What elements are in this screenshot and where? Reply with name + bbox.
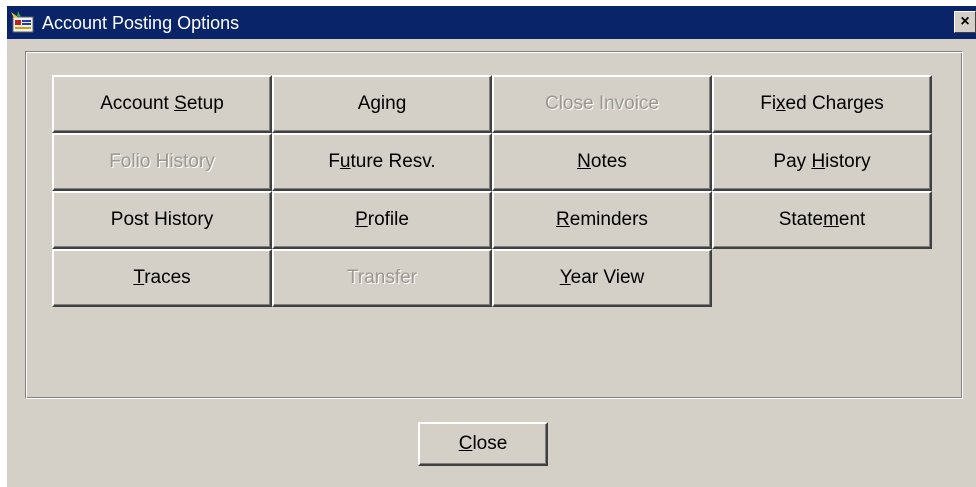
aging-button[interactable]: Aging	[272, 75, 492, 133]
statement-button[interactable]: Statement	[712, 191, 932, 249]
fixed-charges-button[interactable]: Fixed Charges	[712, 75, 932, 133]
mnemonic: R	[556, 209, 570, 230]
button-label: State	[778, 209, 824, 230]
mnemonic: Y	[559, 267, 571, 288]
year-view-button[interactable]: Year View	[492, 249, 712, 307]
close-button[interactable]: Close	[418, 422, 548, 466]
button-label: eminders	[569, 209, 648, 230]
window-title: Account Posting Options	[42, 13, 240, 33]
button-label: races	[144, 267, 191, 288]
mnemonic: u	[339, 151, 351, 172]
future-resv-button[interactable]: Future Resv.	[272, 133, 492, 191]
button-label: Close Invoice	[544, 93, 660, 114]
button-label: lose	[472, 433, 508, 454]
reminders-button[interactable]: Reminders	[492, 191, 712, 249]
options-button-grid: Account Setup Aging Close Invoice Fixed …	[52, 75, 932, 307]
button-label: Post History	[110, 209, 214, 230]
post-history-button[interactable]: Post History	[52, 191, 272, 249]
button-label: rofile	[367, 209, 409, 230]
mnemonic: H	[811, 151, 826, 172]
mnemonic: P	[355, 209, 368, 230]
mnemonic: S	[174, 93, 187, 114]
button-label: ed Charges	[785, 93, 884, 114]
button-label: etup	[186, 93, 224, 114]
pay-history-button[interactable]: Pay History	[712, 133, 932, 191]
transfer-button: Transfer	[272, 249, 492, 307]
profile-button[interactable]: Profile	[272, 191, 492, 249]
button-label: ear View	[570, 267, 645, 288]
mnemonic: N	[577, 151, 591, 172]
title-bar: Account Posting Options ×	[7, 6, 976, 39]
mnemonic: m	[823, 209, 839, 230]
close-icon[interactable]: ×	[954, 11, 976, 33]
button-label: Transfer	[346, 267, 418, 288]
button-label: ture Resv.	[350, 151, 436, 172]
button-label: Fi	[760, 93, 777, 114]
close-invoice-button: Close Invoice	[492, 75, 712, 133]
mnemonic: C	[458, 433, 473, 454]
account-setup-button[interactable]: Account Setup	[52, 75, 272, 133]
options-panel: Account Setup Aging Close Invoice Fixed …	[25, 51, 963, 399]
button-label: Folio History	[109, 151, 215, 172]
button-label: F	[328, 151, 340, 172]
mnemonic: x	[776, 93, 786, 114]
button-label: ent	[838, 209, 866, 230]
button-label: Pay	[773, 151, 812, 172]
button-label: Account	[100, 93, 175, 114]
mnemonic: T	[133, 267, 145, 288]
notes-button[interactable]: Notes	[492, 133, 712, 191]
folio-history-button: Folio History	[52, 133, 272, 191]
opera-app-icon	[11, 11, 34, 33]
button-label: istory	[825, 151, 871, 172]
button-label: Aging	[357, 93, 407, 114]
button-label: otes	[590, 151, 627, 172]
traces-button[interactable]: Traces	[52, 249, 272, 307]
account-posting-options-window: Account Posting Options × Account Setup …	[6, 5, 976, 487]
